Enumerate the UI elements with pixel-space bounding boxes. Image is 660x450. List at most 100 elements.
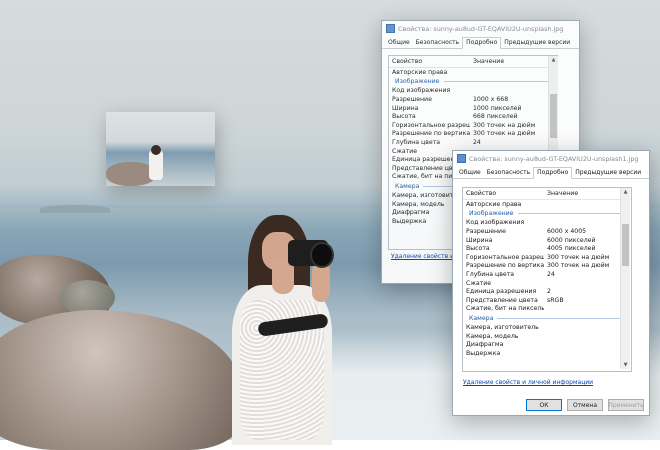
property-name: Единица разрешения [466, 288, 537, 296]
property-row[interactable]: Авторские права [463, 200, 631, 209]
property-value: 4005 пикселей [547, 245, 596, 253]
property-value: 300 точек на дюйм [547, 262, 610, 270]
property-row[interactable]: Сжатие [463, 279, 631, 288]
property-value: 24 [547, 270, 555, 278]
property-name: Высота [466, 245, 490, 253]
tab-general[interactable]: Общие [456, 168, 484, 178]
remove-properties-link[interactable]: Удаление свойств и личной информации [463, 379, 593, 386]
property-name: Авторские права [466, 200, 522, 208]
dialog-titlebar[interactable]: Свойства: sunny-au8ud-GT-EQAVIU2U-unspla… [453, 151, 649, 166]
property-value: 300 точек на дюйм [547, 253, 610, 261]
group-divider [443, 81, 553, 83]
property-name: Ширина [466, 236, 493, 244]
thumbnail-head [151, 145, 161, 155]
property-row[interactable]: Глубина цвета 24 [389, 138, 557, 147]
tab-previous-versions[interactable]: Предыдущие версии [501, 38, 573, 48]
rock [0, 310, 240, 450]
property-row[interactable]: Глубина цвета 24 [463, 270, 631, 279]
property-name: Выдержка [466, 349, 501, 357]
property-row[interactable]: Горизонтальное разреше...300 точек на дю… [463, 253, 631, 262]
woman-arm [312, 262, 330, 302]
property-name: Камера, модель [466, 332, 519, 340]
property-value: 1000 пикселей [473, 104, 522, 112]
apply-button[interactable]: Применить [608, 399, 644, 411]
group-label: Изображение [395, 78, 440, 86]
scroll-up-icon[interactable]: ▲ [549, 56, 558, 64]
property-name: Разрешение [392, 95, 432, 103]
camera-lens [310, 242, 334, 268]
property-row[interactable]: Выдержка [463, 349, 631, 358]
property-row[interactable]: Разрешение по вертикали 300 точек на дюйм [389, 130, 557, 139]
ok-button[interactable]: ОК [526, 399, 562, 411]
cancel-button[interactable]: Отмена [567, 399, 603, 411]
distant-island [40, 205, 110, 213]
image-file-icon [457, 154, 466, 163]
dialog-tabs: Общие Безопасность Подробно Предыдущие в… [382, 36, 579, 49]
property-name: Сжатие [466, 279, 492, 287]
property-name: Горизонтальное разреше... [392, 121, 470, 129]
property-value: 300 точек на дюйм [473, 130, 536, 138]
tab-security[interactable]: Безопасность [484, 168, 534, 178]
property-row[interactable]: Ширина 1000 пикселей [389, 104, 557, 113]
property-value: 2 [547, 288, 551, 296]
tab-security[interactable]: Безопасность [413, 38, 463, 48]
property-value: 1000 x 668 [473, 95, 509, 103]
property-row[interactable]: Диафрагма [463, 340, 631, 349]
column-property[interactable]: Свойство [463, 190, 544, 197]
scrollbar-thumb[interactable] [550, 94, 557, 138]
photo-thumbnail [106, 112, 215, 186]
scroll-up-icon[interactable]: ▲ [621, 188, 630, 196]
property-value: sRGB [547, 296, 564, 304]
property-name: Горизонтальное разреше... [466, 253, 544, 261]
property-name: Код изображения [392, 87, 451, 95]
property-name: Глубина цвета [392, 138, 441, 146]
properties-list[interactable]: Свойство Значение Авторские права Изобра… [462, 187, 632, 372]
property-name: Диафрагма [466, 341, 504, 349]
column-value[interactable]: Значение [544, 190, 631, 197]
tab-details[interactable]: Подробно [533, 167, 573, 179]
property-name: Разрешение по вертикали [392, 130, 470, 138]
property-name: Разрешение по вертикали [466, 262, 544, 270]
group-camera: Камера [463, 313, 631, 323]
dialog-buttons: ОК Отмена Применить [526, 399, 644, 411]
property-row[interactable]: Высота 4005 пикселей [463, 244, 631, 253]
property-row[interactable]: Разрешение 6000 x 4005 [463, 227, 631, 236]
property-row[interactable]: Горизонтальное разреше...300 точек на дю… [389, 121, 557, 130]
group-label: Камера [469, 314, 494, 322]
property-row[interactable]: Высота 668 пикселей [389, 112, 557, 121]
property-row[interactable]: Разрешение по вертикали 300 точек на дюйм [463, 262, 631, 271]
scroll-down-icon[interactable]: ▼ [621, 361, 630, 369]
dialog-tabs: Общие Безопасность Подробно Предыдущие в… [453, 166, 649, 179]
property-row[interactable]: Ширина 6000 пикселей [463, 236, 631, 245]
properties-dialog-front: Свойства: sunny-au8ud-GT-EQAVIU2U-unspla… [452, 150, 650, 416]
tab-general[interactable]: Общие [385, 38, 413, 48]
vertical-scrollbar[interactable]: ▲ ▼ [620, 188, 630, 369]
property-name: Глубина цвета [466, 270, 515, 278]
property-row[interactable]: Код изображения [389, 87, 557, 96]
group-image: Изображение [389, 77, 557, 87]
property-row[interactable]: Авторские права [389, 68, 557, 77]
property-value: 6000 x 4005 [547, 227, 587, 235]
scrollbar-thumb[interactable] [622, 224, 629, 266]
property-name: Ширина [392, 104, 419, 112]
group-label: Камера [395, 182, 420, 190]
tab-details[interactable]: Подробно [462, 37, 502, 49]
property-name: Высота [392, 113, 416, 121]
tab-previous-versions[interactable]: Предыдущие версии [572, 168, 644, 178]
dialog-title: Свойства: sunny-au8ud-GT-EQAVIU2U-unspla… [398, 24, 564, 33]
property-row[interactable]: Единица разрешения 2 [463, 287, 631, 296]
dialog-title: Свойства: sunny-au8ud-GT-EQAVIU2U-unspla… [469, 154, 639, 163]
camera [288, 240, 334, 268]
column-value[interactable]: Значение [470, 58, 557, 65]
column-property[interactable]: Свойство [389, 58, 470, 65]
property-row[interactable]: Камера, изготовитель [463, 323, 631, 332]
group-divider [497, 317, 627, 319]
property-row[interactable]: Камера, модель [463, 332, 631, 341]
dialog-titlebar[interactable]: Свойства: sunny-au8ud-GT-EQAVIU2U-unspla… [382, 21, 579, 36]
property-row[interactable]: Сжатие, бит на пиксель [463, 305, 631, 314]
property-row[interactable]: Код изображения [463, 219, 631, 228]
property-name: Представление цвета [466, 296, 538, 304]
property-row[interactable]: Представление цвета sRGB [463, 296, 631, 305]
property-row[interactable]: Разрешение 1000 x 668 [389, 95, 557, 104]
property-name: Авторские права [392, 68, 448, 76]
